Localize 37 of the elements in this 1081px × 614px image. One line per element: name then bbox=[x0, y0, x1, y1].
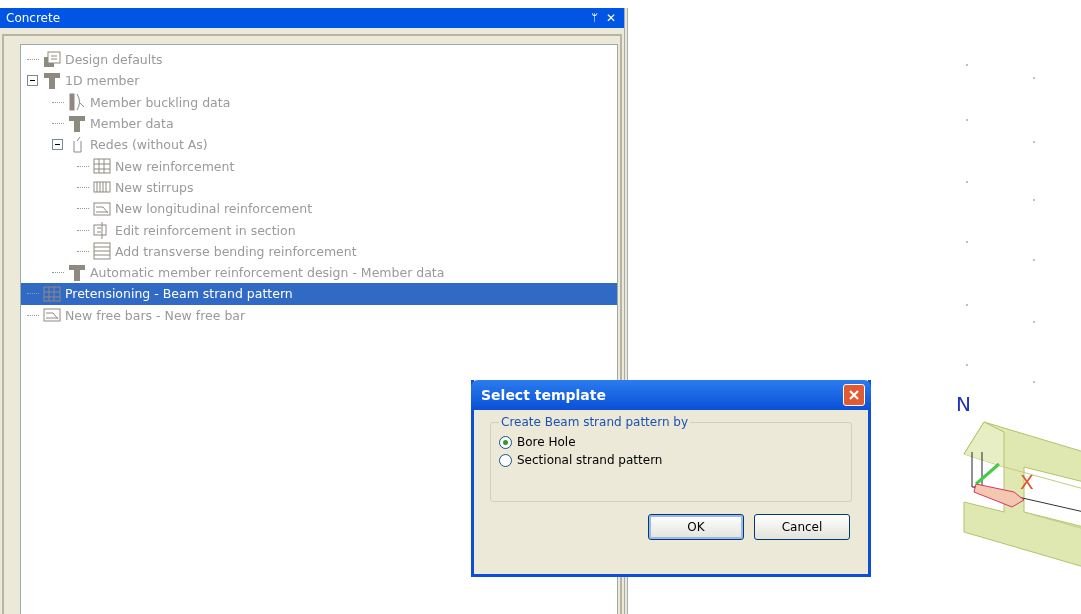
collapse-icon[interactable] bbox=[27, 75, 38, 87]
group-label: Create Beam strand pattern by bbox=[499, 415, 691, 429]
close-button[interactable] bbox=[843, 384, 865, 406]
pin-button[interactable]: ᛘ bbox=[588, 11, 600, 25]
dialog-title: Select template bbox=[481, 387, 606, 403]
grid-icon bbox=[93, 157, 111, 176]
collapse-icon[interactable] bbox=[52, 139, 63, 151]
tree-item[interactable]: New free bars - New free bar bbox=[21, 304, 617, 326]
tree-item[interactable]: Edit reinforcement in section bbox=[21, 219, 617, 241]
radio-option[interactable]: Bore Hole bbox=[499, 435, 843, 449]
tree-item[interactable]: Design defaults bbox=[21, 49, 617, 71]
radio-option[interactable]: Sectional strand pattern bbox=[499, 453, 843, 467]
radio-button[interactable] bbox=[499, 453, 512, 467]
tree-item[interactable]: New reinforcement bbox=[21, 155, 617, 177]
tree-item[interactable]: Member data bbox=[21, 112, 617, 135]
t-beam-icon bbox=[68, 114, 86, 133]
tree-item[interactable]: 1D member bbox=[21, 70, 617, 92]
panel-title: Concrete bbox=[6, 11, 61, 25]
buckling-icon bbox=[68, 93, 86, 112]
dialog-button[interactable]: OK bbox=[648, 514, 744, 540]
dialog-button[interactable]: Cancel bbox=[754, 514, 850, 540]
close-icon bbox=[848, 389, 860, 401]
document-icon bbox=[43, 50, 61, 69]
grid-icon bbox=[43, 284, 61, 303]
tree-item[interactable]: New longitudinal reinforcement bbox=[21, 198, 617, 220]
tree-item[interactable]: Pretensioning - Beam strand pattern bbox=[21, 283, 617, 305]
t-beam-icon bbox=[68, 263, 86, 282]
tree-item[interactable]: Automatic member reinforcement design - Member data bbox=[21, 261, 617, 284]
radio-button[interactable] bbox=[499, 435, 512, 449]
axis-label: N bbox=[956, 392, 971, 416]
tree-item[interactable]: Redes (without As) bbox=[21, 134, 617, 156]
frame-icon bbox=[93, 242, 111, 261]
tree-item[interactable]: Add transverse bending reinforcement bbox=[21, 240, 617, 262]
tree-item[interactable]: New stirrups bbox=[21, 176, 617, 199]
close-button[interactable]: ✕ bbox=[603, 11, 618, 25]
tree-item[interactable]: Member buckling data bbox=[21, 91, 617, 113]
t-beam-icon bbox=[43, 71, 61, 90]
